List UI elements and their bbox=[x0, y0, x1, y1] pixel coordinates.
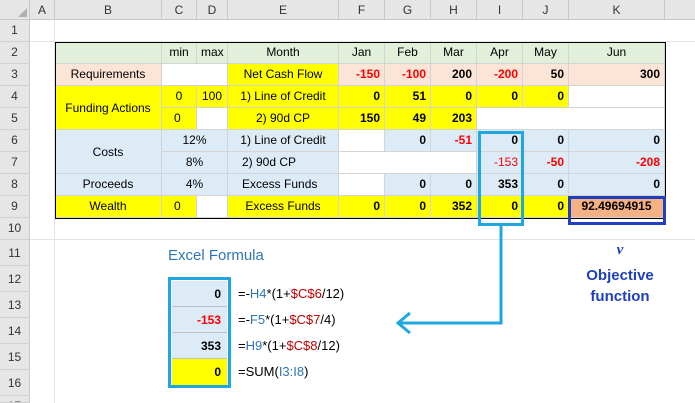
objective-symbol: v bbox=[616, 242, 624, 258]
formula-cell-i8[interactable]: 353 bbox=[172, 333, 227, 359]
formula-panel-title: Excel Formula bbox=[168, 247, 264, 264]
objective-label-line1: Objective bbox=[586, 267, 654, 284]
formula-cell-i7[interactable]: -153 bbox=[172, 307, 227, 333]
formula-text-3: =H9*(1+$C$8/12) bbox=[238, 338, 340, 353]
formula-text-2: =-F5*(1+$C$7/4) bbox=[238, 312, 336, 327]
connector-arrow-icon bbox=[395, 226, 503, 335]
formula-text-4: =SUM(I3:I8) bbox=[238, 364, 309, 379]
formula-cell-i9[interactable]: 0 bbox=[172, 359, 227, 385]
formula-cell-i6[interactable]: 0 bbox=[172, 281, 227, 307]
objective-label-line2: function bbox=[590, 288, 650, 305]
formula-text-1: =-H4*(1+$C$6/12) bbox=[238, 286, 345, 301]
